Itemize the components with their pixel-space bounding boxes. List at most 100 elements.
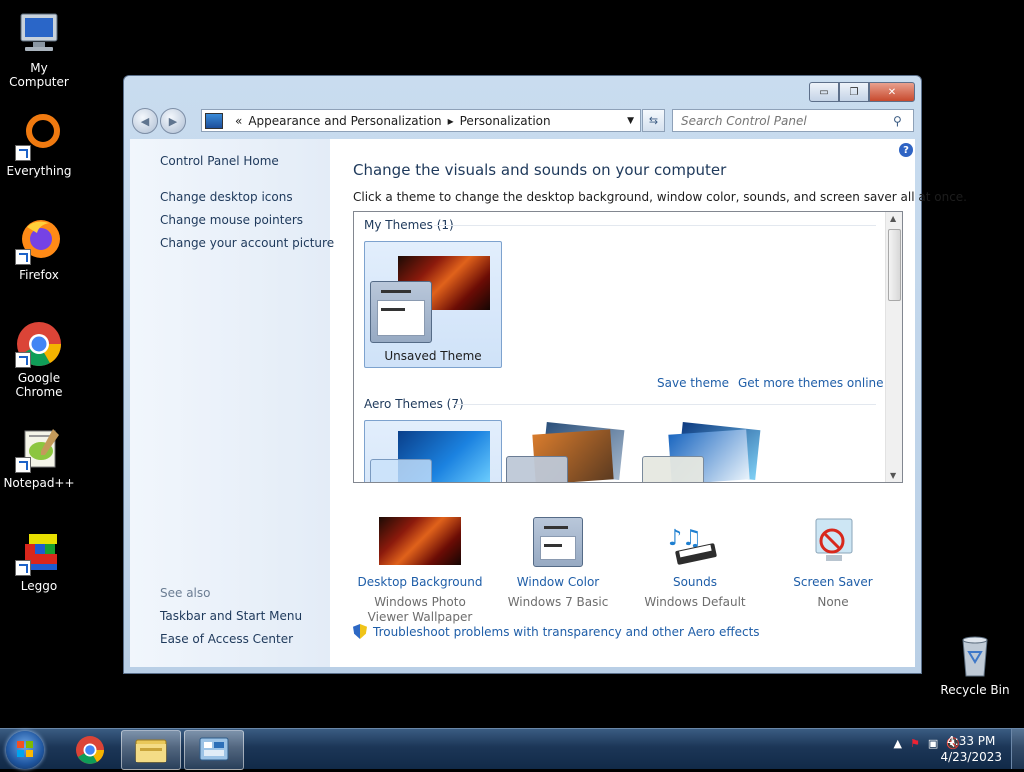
theme-tile-unsaved[interactable]: Unsaved Theme <box>364 241 502 368</box>
desktop-icon-label: Google Chrome <box>15 371 63 399</box>
screen-saver-value: None <box>817 595 849 609</box>
sounds-value: Windows Default <box>644 595 746 609</box>
sounds-icon: ♪♫ <box>654 517 736 567</box>
desktop-icon-chrome[interactable]: Google Chrome <box>0 320 78 399</box>
breadcrumb-separator-icon: ▸ <box>447 113 454 128</box>
desktop-icon-label: My Computer <box>9 61 69 89</box>
taskbar-chrome[interactable] <box>60 730 120 770</box>
taskbar-explorer[interactable] <box>121 730 181 770</box>
sounds-link[interactable]: Sounds <box>626 575 764 589</box>
back-button[interactable]: ◀ <box>132 108 158 134</box>
desktop-background-link[interactable]: Desktop Background <box>351 575 489 589</box>
ease-of-access-link[interactable]: Ease of Access Center <box>160 632 293 646</box>
shortcut-arrow-icon <box>15 352 31 368</box>
desktop-icon-leggo[interactable]: Leggo <box>0 528 78 593</box>
personalization-window: ▭ ❐ ✕ ◀ ▶ « Appearance and Personalizati… <box>123 75 967 674</box>
folder-icon <box>135 739 167 763</box>
breadcrumb-overflow[interactable]: « <box>235 114 242 128</box>
screen-saver-link[interactable]: Screen Saver <box>764 575 902 589</box>
main-pane: Change the visuals and sounds on your co… <box>351 139 967 667</box>
scroll-thumb[interactable] <box>888 229 901 301</box>
refresh-button[interactable]: ⇆ <box>642 109 665 132</box>
firefox-icon <box>15 217 63 265</box>
divider <box>434 225 876 226</box>
recycle-bin-icon <box>951 632 999 680</box>
desktop-background-value: Windows Photo Viewer Wallpaper <box>367 595 473 624</box>
theme-list-scrollbar[interactable]: ▲ ▼ <box>885 212 902 482</box>
navigation-bar: ◀ ▶ « Appearance and Personalization ▸ P… <box>132 106 915 134</box>
window-color-swatch <box>370 281 432 343</box>
search-input[interactable] <box>679 112 893 129</box>
control-panel-home-link[interactable]: Control Panel Home <box>160 154 279 168</box>
clock-date: 4/23/2023 <box>940 750 1002 764</box>
content-area: Control Panel Home Change desktop icons … <box>130 139 967 667</box>
network-icon[interactable]: ▣ <box>928 737 938 750</box>
scroll-down-icon[interactable]: ▼ <box>890 471 896 480</box>
theme-tile-characters[interactable] <box>640 422 770 482</box>
close-button[interactable]: ✕ <box>869 82 915 102</box>
address-dropdown-icon[interactable]: ▼ <box>627 116 634 126</box>
shortcut-arrow-icon <box>15 249 31 265</box>
desktop-icon-label: Notepad++ <box>3 476 75 490</box>
breadcrumb-appearance[interactable]: Appearance and Personalization <box>248 114 441 128</box>
leggo-icon <box>15 528 63 576</box>
action-center-flag-icon[interactable]: ⚑ <box>910 737 920 750</box>
save-theme-link[interactable]: Save theme <box>657 376 729 390</box>
change-desktop-icons-link[interactable]: Change desktop icons <box>160 190 293 204</box>
desktop-icon-label: Recycle Bin <box>940 683 1010 697</box>
desktop-icon-recycle-bin[interactable]: Recycle Bin <box>936 632 1014 697</box>
start-button[interactable] <box>6 731 44 769</box>
troubleshoot-text[interactable]: Troubleshoot problems with transparency … <box>373 625 760 639</box>
windows-logo-icon <box>17 741 33 757</box>
window-color-icon <box>517 517 599 567</box>
everything-icon <box>15 113 63 161</box>
desktop-icon-notepadpp[interactable]: Notepad++ <box>0 425 78 490</box>
forward-button[interactable]: ▶ <box>160 108 186 134</box>
shortcut-arrow-icon <box>15 560 31 576</box>
window-color-link[interactable]: Window Color <box>489 575 627 589</box>
show-hidden-icons-icon[interactable]: ▲ <box>894 737 902 750</box>
taskbar: ▲ ⚑ ▣ 🔇 4:33 PM 4/23/2023 <box>0 728 1024 770</box>
shortcut-arrow-icon <box>15 145 31 161</box>
search-icon[interactable]: ⚲ <box>893 114 902 128</box>
desktop-background-item[interactable]: Desktop Background Windows Photo Viewer … <box>351 517 489 625</box>
clock[interactable]: 4:33 PM 4/23/2023 <box>940 733 1002 765</box>
desktop-icon-my-computer[interactable]: My Computer <box>0 10 78 89</box>
desktop-icon-label: Firefox <box>19 268 59 282</box>
chrome-icon <box>15 320 63 368</box>
theme-tile-windows7[interactable] <box>364 420 502 482</box>
sounds-item[interactable]: ♪♫ Sounds Windows Default <box>626 517 764 610</box>
shortcut-arrow-icon <box>15 457 31 473</box>
window-color-value: Windows 7 Basic <box>507 595 609 609</box>
taskbar-control-panel[interactable] <box>184 730 244 770</box>
screen-saver-item[interactable]: Screen Saver None <box>764 517 902 610</box>
control-panel-icon <box>205 112 223 129</box>
left-pane: Control Panel Home Change desktop icons … <box>130 139 334 667</box>
taskbar-start-menu-link[interactable]: Taskbar and Start Menu <box>160 609 302 623</box>
scroll-up-icon[interactable]: ▲ <box>890 214 896 223</box>
search-box[interactable]: ⚲ <box>672 109 914 132</box>
shield-icon <box>353 624 367 639</box>
see-also-heading: See also <box>160 586 211 600</box>
desktop-icon-everything[interactable]: Everything <box>0 113 78 178</box>
theme-list: My Themes (1) Unsaved Theme Save theme G… <box>353 211 903 483</box>
screen-saver-icon <box>792 517 874 567</box>
desktop-background-icon <box>379 517 461 567</box>
window-color-item[interactable]: Window Color Windows 7 Basic <box>489 517 627 610</box>
change-mouse-pointers-link[interactable]: Change mouse pointers <box>160 213 303 227</box>
minimize-button[interactable]: ▭ <box>809 82 839 102</box>
desktop-icon-label: Leggo <box>20 579 58 593</box>
show-desktop-button[interactable] <box>1011 729 1024 769</box>
change-account-picture-link[interactable]: Change your account picture <box>160 236 334 250</box>
desktop-icon-firefox[interactable]: Firefox <box>0 217 78 282</box>
troubleshoot-link[interactable]: Troubleshoot problems with transparency … <box>353 624 760 639</box>
aero-themes-heading: Aero Themes (7) <box>364 397 464 411</box>
clock-time: 4:33 PM <box>947 734 996 748</box>
breadcrumb-personalization[interactable]: Personalization <box>460 114 551 128</box>
maximize-button[interactable]: ❐ <box>839 82 869 102</box>
theme-tile-architecture[interactable] <box>504 422 634 482</box>
window-controls: ▭ ❐ ✕ <box>809 82 915 102</box>
address-bar[interactable]: « Appearance and Personalization ▸ Perso… <box>201 109 641 132</box>
get-more-themes-link[interactable]: Get more themes online <box>738 376 884 390</box>
theme-name: Unsaved Theme <box>384 349 482 363</box>
